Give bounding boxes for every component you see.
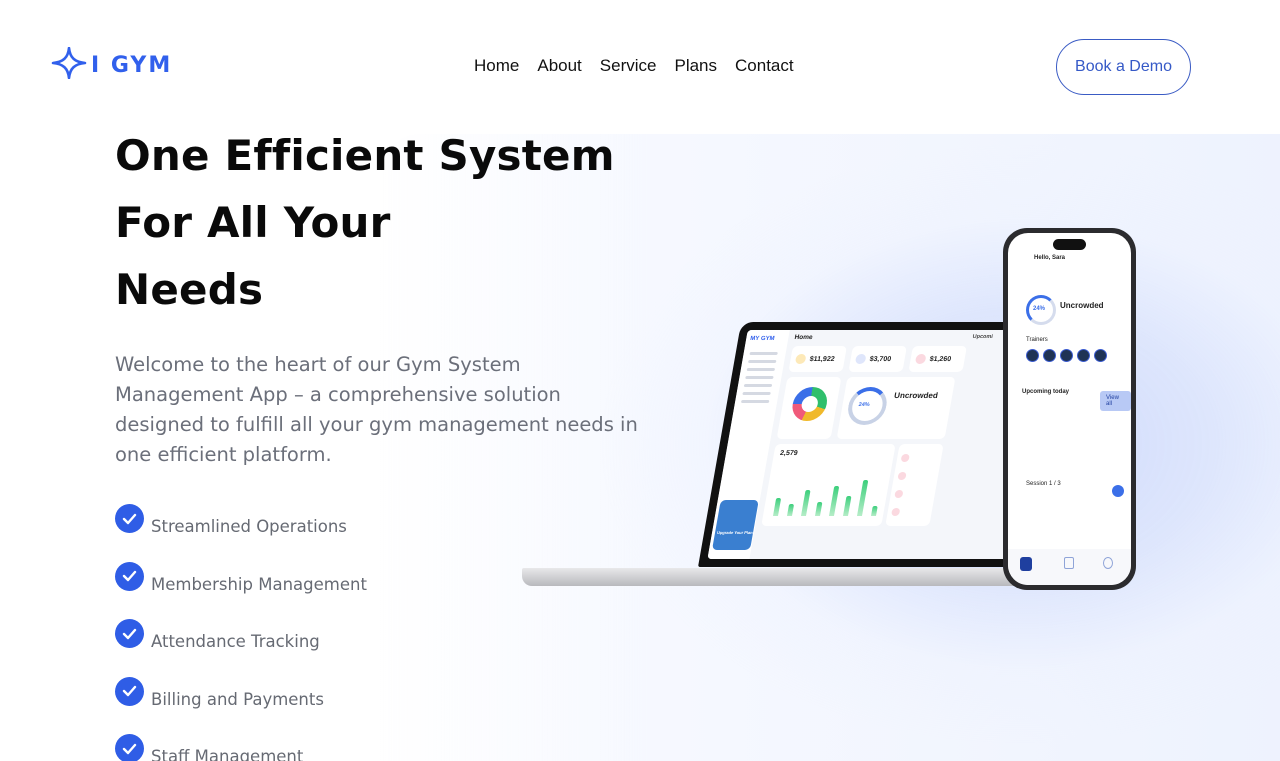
check-circle-icon (115, 504, 144, 534)
stat-card: $11,922 (788, 346, 847, 372)
profile-tab-icon[interactable] (1064, 557, 1074, 569)
check-circle-icon (115, 734, 144, 761)
feature-list: Streamlined Operations Membership Manage… (115, 498, 367, 761)
feature-item: Membership Management (115, 556, 367, 614)
session-label: Session 1 / 3 (1026, 481, 1061, 487)
check-circle-icon (115, 619, 144, 649)
hero-title-line-2: For All Your (115, 198, 391, 247)
upcoming-heading: Upcoming today (1022, 389, 1070, 395)
stat-card: $3,700 (848, 346, 907, 372)
feature-item: Staff Management (115, 728, 367, 761)
nav-contact[interactable]: Contact (735, 56, 794, 76)
feature-label: Staff Management (151, 747, 304, 761)
avatar[interactable] (1043, 349, 1056, 362)
phone-greeting: Hello, Sara (1034, 255, 1066, 261)
phone-status-title: Uncrowded (1060, 301, 1104, 310)
avatar[interactable] (1077, 349, 1090, 362)
donut-card (776, 377, 842, 439)
dynamic-island (1053, 239, 1086, 250)
members-list-card (885, 444, 944, 526)
dashboard-page-title: Home (793, 334, 814, 341)
avatar[interactable] (1060, 349, 1073, 362)
phone-mockup: Hello, Sara 24% Uncrowded Trainers Upcom… (1003, 228, 1136, 590)
dashboard-preview: MY GYM Upgrade Your Plan Home $11,922 $3 (707, 330, 1052, 559)
trainers-heading: Trainers (1026, 337, 1048, 343)
bar-chart-card: 2,579 (761, 444, 896, 526)
nav-plans[interactable]: Plans (674, 56, 717, 76)
sparkle-icon (51, 46, 87, 84)
feature-label: Membership Management (151, 574, 367, 594)
laptop-base (522, 568, 1022, 586)
feature-label: Streamlined Operations (151, 517, 347, 537)
dashboard-brand: MY GYM (749, 336, 775, 342)
nav-home[interactable]: Home (474, 56, 519, 76)
phone-bottom-nav (1008, 549, 1131, 585)
main-nav: Home About Service Plans Contact (474, 56, 794, 76)
feature-label: Billing and Payments (151, 689, 324, 709)
avatar[interactable] (1026, 349, 1039, 362)
logo[interactable]: I GYM (51, 46, 173, 84)
book-demo-button[interactable]: Book a Demo (1056, 39, 1191, 95)
avatar[interactable] (1094, 349, 1107, 362)
gym-status-card: 24% Uncrowded (836, 377, 956, 439)
next-arrow-icon[interactable] (1112, 485, 1124, 497)
check-circle-icon (115, 561, 144, 591)
account-tab-icon[interactable] (1103, 557, 1113, 569)
check-circle-icon (115, 676, 144, 706)
gym-tab-icon[interactable] (1020, 557, 1032, 571)
phone-status-percent: 24% (1033, 306, 1046, 312)
upgrade-card: Upgrade Your Plan (711, 500, 759, 550)
feature-label: Attendance Tracking (151, 632, 320, 652)
nav-about[interactable]: About (537, 56, 581, 76)
phone-screen: Hello, Sara 24% Uncrowded Trainers Upcom… (1008, 233, 1131, 585)
logo-text: I GYM (91, 53, 173, 78)
feature-item: Streamlined Operations (115, 498, 367, 556)
feature-item: Attendance Tracking (115, 613, 367, 671)
feature-item: Billing and Payments (115, 671, 367, 729)
stat-card: $1,260 (908, 346, 967, 372)
hero-description: Welcome to the heart of our Gym System M… (115, 353, 638, 466)
hero-title-line-3: Needs (115, 265, 264, 314)
nav-service[interactable]: Service (600, 56, 657, 76)
hero-title-line-1: One Efficient System (115, 131, 615, 180)
view-all-button[interactable]: View all (1100, 391, 1131, 411)
hero-title: One Efficient System For All Your Needs (115, 122, 675, 323)
